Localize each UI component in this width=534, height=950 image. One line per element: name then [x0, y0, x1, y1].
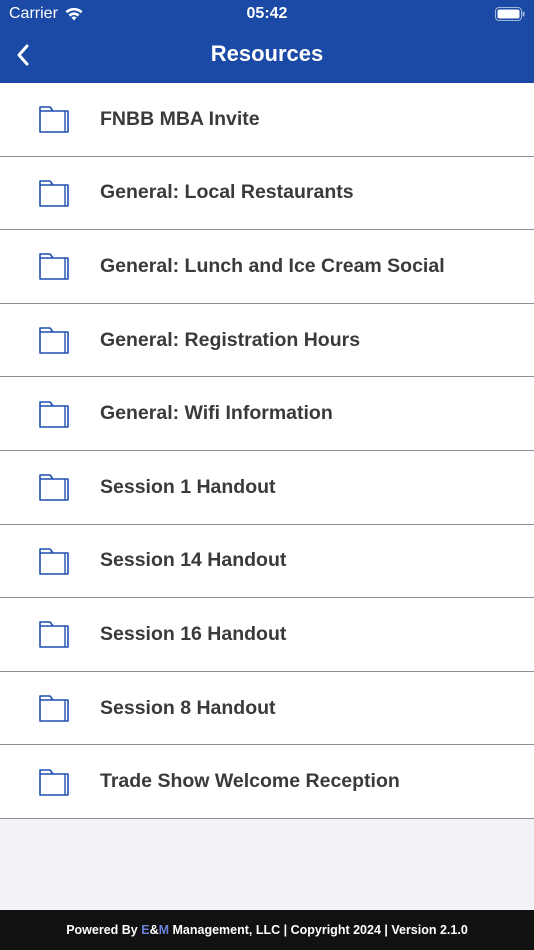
page-title: Resources — [210, 41, 324, 66]
list-item-label: General: Lunch and Ice Cream Social — [100, 254, 445, 277]
list-item[interactable]: Trade Show Welcome Reception — [0, 745, 534, 819]
folder-icon — [39, 621, 69, 649]
list-item[interactable]: Session 8 Handout — [0, 671, 534, 746]
list-item[interactable]: General: Registration Hours — [0, 303, 534, 378]
folder-icon — [39, 548, 69, 575]
list-item[interactable]: FNBB MBA Invite — [0, 83, 534, 157]
battery-icon — [495, 7, 525, 21]
list-item-label: Session 8 Handout — [100, 696, 276, 719]
list-item[interactable]: Session 16 Handout — [0, 598, 534, 672]
folder-icon — [39, 695, 69, 722]
clock: 05:42 — [246, 5, 288, 22]
folder-icon — [39, 180, 69, 207]
list-item-label: Trade Show Welcome Reception — [100, 770, 400, 793]
list-item-label: General: Wifi Information — [100, 402, 333, 425]
list-item-label: FNBB MBA Invite — [100, 107, 260, 130]
folder-icon — [39, 253, 69, 281]
footer: Powered By E & M Management, LLC | Copyrig… — [0, 910, 534, 950]
resource-list: FNBB MBA Invite General: Local Restauran… — [0, 83, 534, 819]
list-item-label: Session 14 Handout — [100, 549, 287, 572]
list-item[interactable]: General: Lunch and Ice Cream Social — [0, 230, 534, 304]
status-bar: Carrier 05:42 — [0, 0, 534, 28]
folder-icon — [39, 768, 69, 796]
list-item-label: Session 16 Handout — [100, 622, 287, 645]
list-item[interactable]: General: Local Restaurants — [0, 156, 534, 231]
list-item-label: General: Registration Hours — [100, 328, 361, 351]
nav-bar: Carrier 05:42 Resources — [0, 0, 534, 83]
list-item-label: Session 1 Handout — [100, 475, 276, 498]
footer-brand-e: E — [141, 923, 150, 937]
folder-icon — [39, 327, 69, 354]
list-item-label: General: Local Restaurants — [100, 181, 354, 204]
list-item[interactable]: Session 14 Handout — [0, 524, 534, 599]
footer-prefix: Powered By — [66, 923, 142, 937]
footer-brand-m: M — [158, 923, 170, 937]
folder-icon — [39, 474, 69, 502]
footer-brand-amp: & — [149, 923, 159, 937]
list-item[interactable]: Session 1 Handout — [0, 450, 534, 525]
footer-suffix: Management, LLC | Copyright 2024 | Versi… — [169, 923, 468, 937]
folder-icon — [39, 400, 69, 428]
folder-icon — [39, 106, 69, 134]
list-item[interactable]: General: Wifi Information — [0, 377, 534, 451]
